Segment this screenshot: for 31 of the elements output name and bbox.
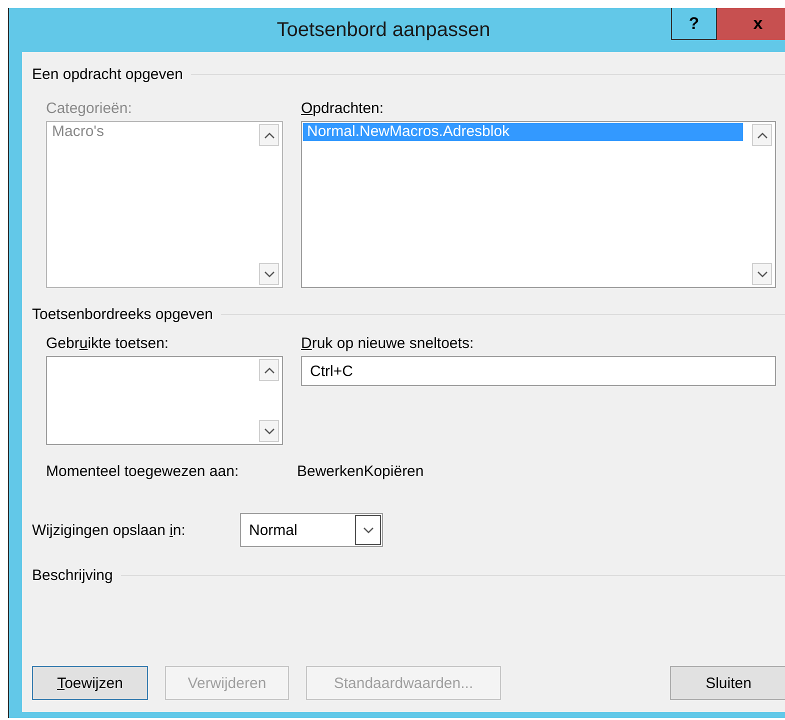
shortcut-field[interactable]: Ctrl+C [301,356,776,386]
section-title: Beschrijving [32,567,113,584]
scroll-up-button[interactable] [259,359,279,381]
close-button[interactable]: x [717,8,785,40]
section-title: Een opdracht opgeven [32,66,183,83]
field-label: Categorieën: [46,100,133,117]
chevron-up-icon [264,366,274,374]
assigned-label: Momenteel toegewezen aan: [46,463,240,480]
dropdown-button[interactable] [355,515,381,545]
chevron-down-icon [264,428,274,434]
list-box[interactable]: Normal.NewMacros.Adresblok [301,121,776,288]
list-item[interactable]: Normal.NewMacros.Adresblok [303,123,743,141]
chevron-down-icon [756,270,768,278]
dialog-button[interactable]: Sluiten [670,666,785,700]
save-in-dropdown[interactable]: Normal [240,513,383,547]
window-title: Toetsenbord aanpassen [276,18,492,42]
scroll-down-button[interactable] [259,420,279,442]
section-title: Toetsenbordreeks opgeven [32,306,213,323]
help-button[interactable]: ? [671,8,717,40]
assigned-value: BewerkenKopiëren [297,463,425,480]
field-label: Druk op nieuwe sneltoets: [301,335,475,352]
scroll-up-button[interactable] [752,124,772,146]
field-label: Opdrachten: [301,100,385,117]
dialog-button[interactable]: Toewijzen [32,666,148,700]
field-label: Wijzigingen opslaan in: [32,522,186,538]
chevron-up-icon [264,132,274,138]
chevron-down-icon [362,526,374,534]
chevron-up-icon [756,132,768,138]
field-label: Gebruikte toetsen: [46,335,170,352]
scroll-down-button[interactable] [752,263,772,285]
chevron-down-icon [264,270,274,278]
